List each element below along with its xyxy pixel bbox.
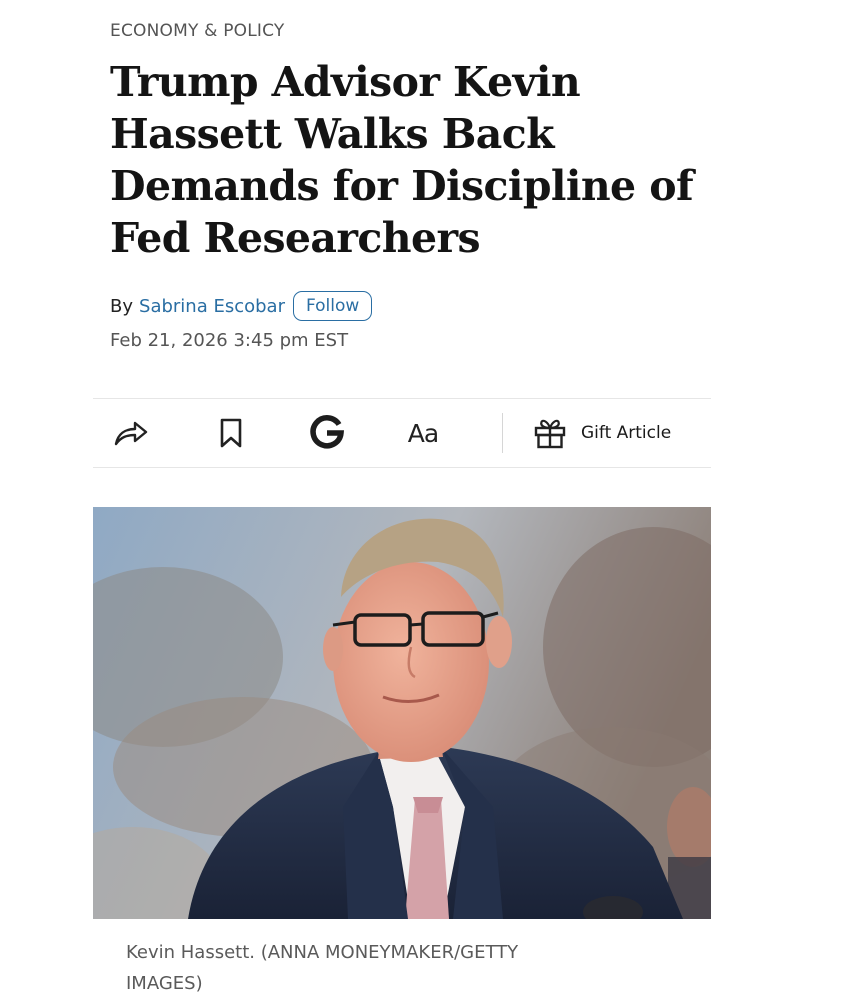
- toolbar-divider: [502, 413, 503, 453]
- byline: By Sabrina Escobar Follow: [110, 290, 373, 322]
- photo-caption: Kevin Hassett. (ANNA MONEYMAKER/GETTY IM…: [126, 937, 686, 999]
- gift-article-label: Gift Article: [581, 423, 672, 443]
- text-size-button[interactable]: Aa: [401, 399, 445, 467]
- text-size-icon: Aa: [407, 418, 439, 448]
- headline-line: Hassett Walks Back: [110, 110, 554, 158]
- share-arrow-icon: [114, 421, 148, 446]
- headline-line: Fed Researchers: [110, 214, 481, 262]
- follow-button[interactable]: Follow: [292, 291, 373, 321]
- google-g-icon: [310, 415, 345, 449]
- headline-line: Trump Advisor Kevin: [110, 58, 581, 106]
- gift-article-button[interactable]: Gift Article: [533, 399, 671, 467]
- gift-icon: [534, 419, 566, 449]
- article-page: ECONOMY & POLICY Trump Advisor Kevin Has…: [0, 0, 843, 1003]
- publish-timestamp: Feb 21, 2026 3:45 pm EST: [110, 330, 349, 351]
- caption-line: Kevin Hassett. (ANNA MONEYMAKER/GETTY: [126, 942, 519, 963]
- share-button[interactable]: [111, 399, 151, 467]
- google-preferred-source-button[interactable]: [305, 399, 349, 467]
- section-label[interactable]: ECONOMY & POLICY: [110, 21, 284, 41]
- author-link[interactable]: Sabrina Escobar: [139, 296, 285, 317]
- headline-line: Demands for Discipline of: [110, 162, 694, 210]
- bookmark-icon: [220, 418, 242, 448]
- article-toolbar: Aa Gift Article: [93, 398, 711, 468]
- kevin-hassett-photo: [93, 507, 711, 919]
- headline: Trump Advisor Kevin Hassett Walks Back D…: [110, 56, 730, 264]
- caption-line: IMAGES): [126, 973, 203, 994]
- byline-prefix: By: [110, 295, 134, 317]
- article-photo: [93, 507, 711, 919]
- bookmark-button[interactable]: [211, 399, 251, 467]
